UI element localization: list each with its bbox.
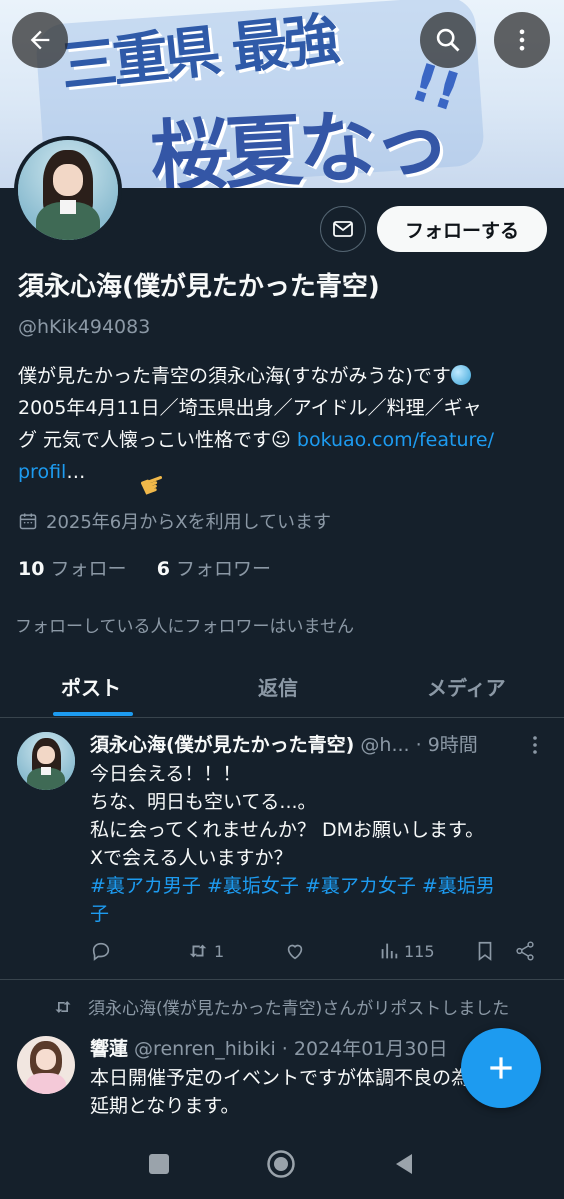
views-button[interactable]: 115 bbox=[378, 940, 435, 962]
back-button[interactable] bbox=[12, 12, 68, 68]
display-name: 須永心海(僕が見たかった青空) bbox=[18, 272, 380, 302]
repost-note-text: 須永心海(僕が見たかった青空)さんがリポストしました bbox=[88, 999, 510, 1019]
post-handle-time: @h... · 9時間 bbox=[354, 734, 478, 756]
following-label: フォロー bbox=[44, 558, 127, 580]
bookmark-icon bbox=[478, 941, 492, 961]
reply-button[interactable] bbox=[90, 940, 112, 962]
reply-icon bbox=[92, 942, 110, 961]
post2-avatar[interactable] bbox=[17, 1036, 75, 1094]
user-handle: @hKik494083 bbox=[18, 316, 151, 338]
followers-link[interactable]: 6 フォロワー bbox=[157, 558, 271, 580]
post-line: Xで会える人いますか？ bbox=[90, 847, 293, 869]
post-item[interactable]: 須永心海(僕が見たかった青空) @h... · 9時間 今日会える！！！ ちな、… bbox=[0, 718, 564, 980]
like-button[interactable] bbox=[284, 940, 306, 962]
post-author-name[interactable]: 須永心海(僕が見たかった青空) bbox=[90, 734, 354, 756]
active-tab-indicator bbox=[53, 712, 133, 716]
post2-line: 本日開催予定のイベントですが体調不良の為 bbox=[90, 1067, 471, 1089]
followers-label: フォロワー bbox=[169, 558, 271, 580]
following-link[interactable]: 10 フォロー bbox=[18, 558, 127, 580]
message-button[interactable] bbox=[320, 206, 366, 252]
following-count: 10 bbox=[18, 558, 45, 580]
profile-avatar[interactable] bbox=[14, 136, 122, 244]
post-line: ちな、明日も空いてる...。 bbox=[90, 791, 317, 813]
post-line: 私に会ってくれませんか？ DMお願いします。 bbox=[90, 819, 485, 841]
profile-bio: 僕が見たかった青空の須永心海(すながみうな)です 2005年4月11日／埼玉県出… bbox=[18, 360, 548, 488]
mutual-followers-note: フォローしている人にフォロワーはいません bbox=[15, 617, 354, 637]
banner-text-bottom: 桜夏なっ bbox=[148, 98, 449, 188]
followers-count: 6 bbox=[156, 558, 170, 580]
post-header: 須永心海(僕が見たかった青空) @h... · 9時間 bbox=[90, 730, 530, 757]
back-nav-icon[interactable] bbox=[394, 1152, 414, 1176]
more-vertical-icon bbox=[519, 29, 525, 51]
repost-icon bbox=[55, 1000, 71, 1013]
post-line: 今日会える！！！ bbox=[90, 763, 242, 785]
calendar-icon bbox=[19, 513, 37, 530]
profile-tabs: ポスト 返信 メディア bbox=[0, 660, 564, 718]
bio-link-cont[interactable]: profil bbox=[18, 461, 66, 483]
share-button[interactable] bbox=[514, 940, 536, 962]
post-hashtags-cont[interactable]: 子 bbox=[90, 900, 540, 928]
more-options-button[interactable] bbox=[494, 12, 550, 68]
repost-icon bbox=[189, 944, 207, 958]
post2-header: 響蓮 @renren_hibiki · 2024年01月30日 bbox=[90, 1034, 470, 1061]
tab-replies[interactable]: 返信 bbox=[258, 672, 298, 701]
post2-author-name[interactable]: 響蓮 bbox=[90, 1038, 128, 1060]
mail-icon bbox=[333, 221, 353, 237]
joined-text: 2025年6月からXを利用しています bbox=[46, 512, 332, 533]
share-icon bbox=[516, 941, 534, 961]
bubbles-emoji-icon bbox=[450, 365, 471, 385]
android-nav-bar bbox=[0, 1128, 564, 1199]
follow-stats: 10 フォロー 6 フォロワー bbox=[18, 554, 271, 581]
back-arrow-icon bbox=[30, 30, 50, 50]
tab-media[interactable]: メディア bbox=[427, 672, 506, 701]
view-count: 115 bbox=[404, 941, 435, 961]
plus-icon bbox=[490, 1057, 512, 1079]
home-icon[interactable] bbox=[266, 1149, 296, 1179]
post2-text: 本日開催予定のイベントですが体調不良の為 延期となります。 bbox=[90, 1064, 480, 1120]
compose-button[interactable] bbox=[461, 1028, 541, 1108]
post2-handle-date: @renren_hibiki · 2024年01月30日 bbox=[128, 1038, 448, 1060]
repost-count: 1 bbox=[214, 941, 225, 961]
tab-posts[interactable]: ポスト bbox=[61, 672, 121, 701]
post-avatar[interactable] bbox=[17, 732, 75, 790]
post-text: 今日会える！！！ ちな、明日も空いてる...。 私に会ってくれませんか？ DMお… bbox=[90, 760, 540, 928]
bio-link[interactable]: bokuao.com/feature/ bbox=[297, 429, 494, 451]
recents-icon[interactable] bbox=[148, 1153, 170, 1175]
search-button[interactable] bbox=[420, 12, 476, 68]
bio-ellipsis: … bbox=[66, 461, 86, 483]
post2-line: 延期となります。 bbox=[90, 1095, 240, 1117]
follow-button[interactable]: フォローする bbox=[377, 206, 547, 252]
post-hashtags[interactable]: #裏アカ男子 #裏垢女子 #裏アカ女子 #裏垢男 bbox=[90, 872, 540, 900]
post-actions: 1 115 bbox=[90, 940, 540, 968]
bio-line-2: 2005年4月11日／埼玉県出身／アイドル／料理／ギャ bbox=[18, 397, 482, 419]
post-more-icon[interactable] bbox=[528, 734, 542, 756]
like-icon bbox=[287, 944, 303, 960]
bio-line-3: グ 元気で人懐っこい性格です☺ bbox=[18, 429, 297, 451]
bio-line-1: 僕が見たかった青空の須永心海(すながみうな)です bbox=[18, 365, 451, 387]
views-icon bbox=[381, 943, 398, 959]
joined-date: 2025年6月からXを利用しています bbox=[18, 508, 331, 534]
search-icon bbox=[436, 28, 460, 52]
repost-button[interactable]: 1 bbox=[186, 940, 224, 962]
bookmark-button[interactable] bbox=[474, 940, 496, 962]
repost-indicator: 須永心海(僕が見たかった青空)さんがリポストしました bbox=[52, 994, 509, 1019]
